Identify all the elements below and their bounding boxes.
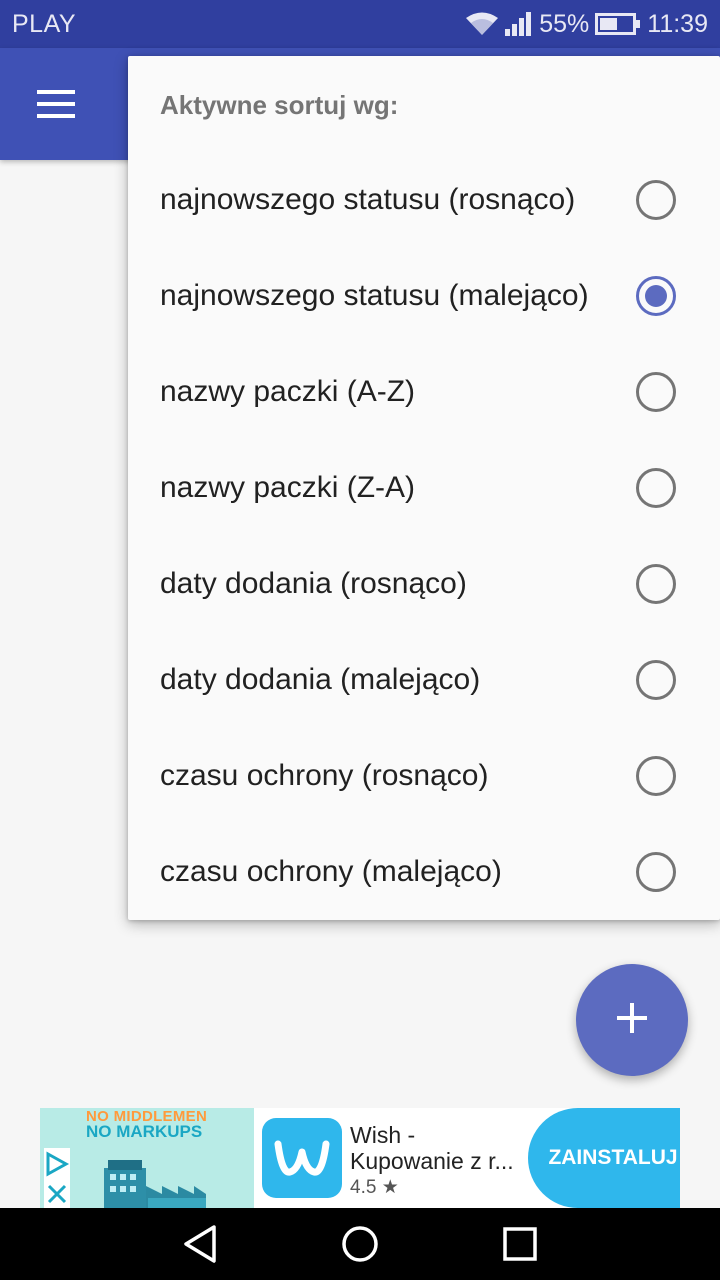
ad-rating: 4.5 ★ — [350, 1176, 399, 1199]
radio-button[interactable] — [636, 468, 676, 508]
radio-button-selected[interactable] — [636, 276, 676, 316]
ad-rating-value: 4.5 — [350, 1177, 377, 1198]
sort-option-label: daty dodania (malejąco) — [160, 663, 481, 696]
sort-option-protection-desc[interactable]: czasu ochrony (malejąco) — [128, 824, 720, 920]
sort-option-label: czasu ochrony (malejąco) — [160, 855, 502, 888]
adchoices-badge[interactable] — [44, 1148, 70, 1208]
recents-icon[interactable] — [496, 1220, 544, 1268]
sort-option-label: najnowszego statusu (rosnąco) — [160, 183, 576, 216]
sort-option-added-asc[interactable]: daty dodania (rosnąco) — [128, 536, 720, 632]
navigation-bar — [0, 1208, 720, 1280]
ad-app-name: Wish - Kupowanie z r... — [350, 1122, 514, 1174]
star-icon: ★ — [381, 1177, 399, 1198]
sort-option-added-desc[interactable]: daty dodania (malejąco) — [128, 632, 720, 728]
clock: 11:39 — [647, 9, 708, 38]
sort-option-label: daty dodania (rosnąco) — [160, 567, 467, 600]
sort-option-status-asc[interactable]: najnowszego statusu (rosnąco) — [128, 152, 720, 248]
sort-option-label: nazwy paczki (Z-A) — [160, 471, 416, 504]
ad-banner[interactable]: NO MIDDLEMEN NO MARKUPS Wish - Kupowanie… — [40, 1108, 680, 1208]
sort-option-label: czasu ochrony (rosnąco) — [160, 759, 489, 792]
signal-icon — [505, 11, 533, 37]
battery-icon — [595, 12, 641, 36]
sort-menu-title: Aktywne sortuj wg: — [160, 90, 399, 120]
plus-icon — [616, 1002, 648, 1039]
sort-menu: Aktywne sortuj wg: najnowszego statusu (… — [128, 56, 720, 920]
sort-option-label: nazwy paczki (A-Z) — [160, 375, 416, 408]
radio-button[interactable] — [636, 180, 676, 220]
sort-option-protection-asc[interactable]: czasu ochrony (rosnąco) — [128, 728, 720, 824]
sort-option-label: najnowszego statusu (malejąco) — [160, 279, 589, 312]
battery-percent: 55% — [539, 9, 590, 38]
ad-headline-2: NO MARKUPS — [86, 1122, 203, 1141]
factory-illustration — [104, 1160, 206, 1208]
radio-button[interactable] — [636, 852, 676, 892]
radio-button[interactable] — [636, 564, 676, 604]
wifi-icon — [465, 11, 499, 37]
back-icon[interactable] — [176, 1220, 224, 1268]
radio-button[interactable] — [636, 660, 676, 700]
sort-option-name-az[interactable]: nazwy paczki (A-Z) — [128, 344, 720, 440]
sort-option-status-desc[interactable]: najnowszego statusu (malejąco) — [128, 248, 720, 344]
add-package-button[interactable] — [576, 964, 688, 1076]
sort-option-name-za[interactable]: nazwy paczki (Z-A) — [128, 440, 720, 536]
wish-app-icon — [262, 1118, 342, 1198]
status-bar: PLAY 55% 11:39 — [0, 0, 720, 48]
install-button[interactable]: ZAINSTALUJ — [528, 1108, 680, 1208]
hamburger-menu-icon[interactable] — [22, 70, 90, 138]
home-icon[interactable] — [336, 1220, 384, 1268]
radio-button[interactable] — [636, 372, 676, 412]
ad-image: NO MIDDLEMEN NO MARKUPS — [40, 1108, 254, 1208]
status-icons: 55% 11:39 — [465, 6, 708, 42]
carrier-label: PLAY — [12, 10, 77, 38]
radio-button[interactable] — [636, 756, 676, 796]
